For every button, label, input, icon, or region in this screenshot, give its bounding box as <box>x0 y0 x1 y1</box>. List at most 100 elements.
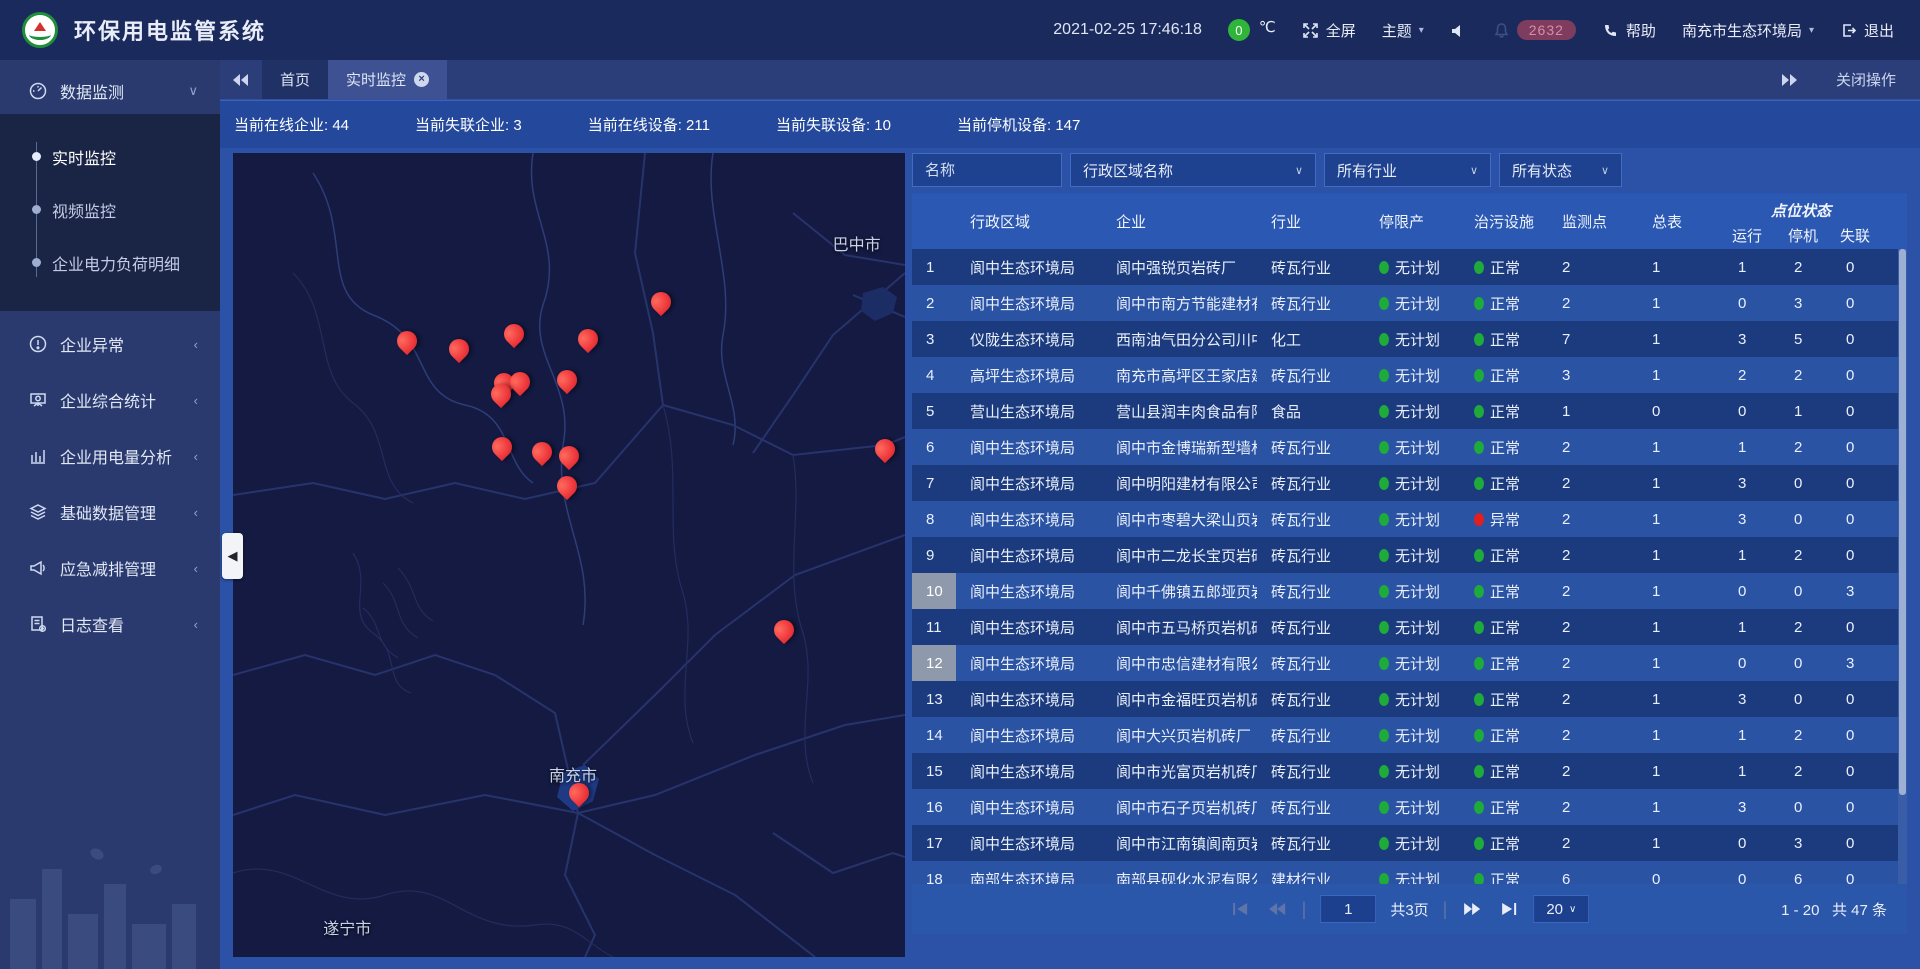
sidebar-item-4[interactable]: 企业用电量分析‹ <box>0 433 220 479</box>
notifications-button[interactable]: 2632 <box>1493 20 1576 40</box>
exit-icon <box>1840 22 1857 39</box>
sidebar-item-2[interactable]: 企业异常‹ <box>0 321 220 367</box>
table-row[interactable]: 5营山生态环境局营山县润丰肉食品有限食品无计划正常10010 <box>912 393 1907 429</box>
table-row[interactable]: 15阆中生态环境局阆中市光富页岩机砖厂砖瓦行业无计划正常21120 <box>912 753 1907 789</box>
table-row[interactable]: 2阆中生态环境局阆中市南方节能建材有砖瓦行业无计划正常21030 <box>912 285 1907 321</box>
table-row[interactable]: 18南部生态环境局南部县砚化水泥有限公建材行业无计划正常60060 <box>912 861 1907 884</box>
table-row[interactable]: 10阆中生态环境局阆中千佛镇五郎垭页岩砖瓦行业无计划正常21003 <box>912 573 1907 609</box>
cell-stop: 2 <box>1780 717 1832 753</box>
table-row[interactable]: 6阆中生态环境局阆中市金博瑞新型墙材砖瓦行业无计划正常21120 <box>912 429 1907 465</box>
total-count-label: 共 47 条 <box>1832 902 1887 919</box>
cell-monitor: 2 <box>1548 573 1638 609</box>
sidebar-item-label: 企业用电量分析 <box>60 444 194 468</box>
table-scrollbar-thumb[interactable] <box>1899 249 1906 795</box>
cell-stop: 3 <box>1780 285 1832 321</box>
close-operations-button[interactable]: 关闭操作 <box>1836 69 1896 90</box>
sidebar-item-1[interactable]: 数据监测∨ <box>0 68 220 114</box>
tab-1[interactable]: 首页 <box>262 60 328 99</box>
cell-no: 3 <box>912 321 956 357</box>
last-page-button[interactable] <box>1497 898 1519 920</box>
cell-monitor: 7 <box>1548 321 1638 357</box>
chart-icon <box>28 446 48 466</box>
cell-meter: 1 <box>1638 609 1724 645</box>
cell-facility: 正常 <box>1460 645 1548 681</box>
cell-industry: 砖瓦行业 <box>1257 717 1365 753</box>
chevron-left-icon: ‹ <box>194 617 198 632</box>
cell-no: 6 <box>912 429 956 465</box>
cell-run: 3 <box>1724 681 1780 717</box>
sidebar-item-3[interactable]: 企业综合统计‹ <box>0 377 220 423</box>
table-scrollbar[interactable] <box>1898 249 1907 884</box>
page-size-select[interactable]: 20 ∨ <box>1533 895 1589 923</box>
cell-meter: 0 <box>1638 393 1724 429</box>
next-page-button[interactable] <box>1461 898 1483 920</box>
region-filter-select[interactable]: 行政区域名称 ∨ <box>1070 153 1316 187</box>
status-ok-dot <box>1474 657 1484 670</box>
cell-region: 阆中生态环境局 <box>956 537 1102 573</box>
status-ok-dot <box>1474 297 1484 310</box>
fullscreen-icon <box>1302 22 1319 39</box>
sidebar-item-7[interactable]: 日志查看‹ <box>0 601 220 647</box>
table-row[interactable]: 17阆中生态环境局阆中市江南镇阆南页岩砖瓦行业无计划正常21030 <box>912 825 1907 861</box>
cell-run: 3 <box>1724 321 1780 357</box>
cell-meter: 1 <box>1638 285 1724 321</box>
cell-monitor: 3 <box>1548 357 1638 393</box>
status-error-dot <box>1474 513 1484 526</box>
cell-production: 无计划 <box>1365 609 1460 645</box>
table-row[interactable]: 9阆中生态环境局阆中市二龙长宝页岩砖砖瓦行业无计划正常21120 <box>912 537 1907 573</box>
map-panel[interactable]: 巴中市南充市遂宁市 <box>233 153 905 957</box>
prev-page-button[interactable] <box>1266 898 1288 920</box>
status-ok-dot <box>1379 621 1389 634</box>
help-button[interactable]: 帮助 <box>1602 20 1656 41</box>
filter-bar: 行政区域名称 ∨ 所有行业 ∨ 所有状态 ∨ <box>912 153 1907 193</box>
status-filter-select[interactable]: 所有状态 ∨ <box>1499 153 1622 187</box>
logout-button[interactable]: 退出 <box>1840 20 1894 41</box>
status-ok-dot <box>1379 477 1389 490</box>
table-row[interactable]: 12阆中生态环境局阆中市忠信建材有限公砖瓦行业无计划正常21003 <box>912 645 1907 681</box>
org-dropdown[interactable]: 南充市生态环境局 ▾ <box>1682 20 1814 41</box>
table-row[interactable]: 13阆中生态环境局阆中市金福旺页岩机砖砖瓦行业无计划正常21300 <box>912 681 1907 717</box>
sidebar-item-5[interactable]: 基础数据管理‹ <box>0 489 220 535</box>
first-page-button[interactable] <box>1230 898 1252 920</box>
tabs-scroll-right-button[interactable] <box>1768 74 1810 86</box>
cell-meter: 1 <box>1638 465 1724 501</box>
sidebar-menu: 数据监测∨ 实时监控视频监控企业电力负荷明细企业异常‹ 企业综合统计‹ 企业用电量分析… <box>0 60 220 647</box>
tabs-scroll-left-button[interactable] <box>220 60 262 99</box>
table-row[interactable]: 3仪陇生态环境局西南油气田分公司川中化工无计划正常71350 <box>912 321 1907 357</box>
name-filter-input[interactable] <box>925 162 1049 179</box>
cell-region: 南部生态环境局 <box>956 861 1102 884</box>
cell-industry: 砖瓦行业 <box>1257 681 1365 717</box>
table-row[interactable]: 8阆中生态环境局阆中市枣碧大梁山页岩砖瓦行业无计划异常21300 <box>912 501 1907 537</box>
table-row[interactable]: 1阆中生态环境局阆中强锐页岩砖厂砖瓦行业无计划正常21120 <box>912 249 1907 285</box>
cell-offline: 0 <box>1832 789 1878 825</box>
cell-monitor: 2 <box>1548 609 1638 645</box>
table-row[interactable]: 14阆中生态环境局阆中大兴页岩机砖厂砖瓦行业无计划正常21120 <box>912 717 1907 753</box>
status-ok-dot <box>1474 477 1484 490</box>
sidebar-subitem-1[interactable]: 实时监控 <box>0 130 220 183</box>
cell-no: 2 <box>912 285 956 321</box>
fullscreen-button[interactable]: 全屏 <box>1302 20 1356 41</box>
table-row[interactable]: 16阆中生态环境局阆中市石子页岩机砖厂砖瓦行业无计划正常21300 <box>912 789 1907 825</box>
map-collapse-button[interactable]: ◀ <box>222 533 243 579</box>
tab-close-icon[interactable]: × <box>414 72 429 87</box>
app-root: 环保用电监管系统 2021-02-25 17:46:18 0 ℃ 全屏 主题 ▾ <box>0 0 1920 969</box>
sidebar-subitem-2[interactable]: 视频监控 <box>0 183 220 236</box>
city-label: 巴中市 <box>833 231 881 255</box>
cell-stop: 1 <box>1780 393 1832 429</box>
table-row[interactable]: 7阆中生态环境局阆中明阳建材有限公司砖瓦行业无计划正常21300 <box>912 465 1907 501</box>
sidebar-subitem-3[interactable]: 企业电力负荷明细 <box>0 236 220 289</box>
name-filter-field[interactable] <box>912 153 1062 187</box>
sound-toggle[interactable] <box>1450 22 1467 39</box>
status-ok-dot <box>1474 621 1484 634</box>
sidebar-item-6[interactable]: 应急减排管理‹ <box>0 545 220 591</box>
page-number-input[interactable]: 1 <box>1320 895 1376 923</box>
table-row[interactable]: 11阆中生态环境局阆中市五马桥页岩机砖砖瓦行业无计划正常21120 <box>912 609 1907 645</box>
cell-facility: 正常 <box>1460 609 1548 645</box>
industry-filter-select[interactable]: 所有行业 ∨ <box>1324 153 1491 187</box>
theme-dropdown[interactable]: 主题 ▾ <box>1382 20 1424 41</box>
layers-icon <box>28 502 48 522</box>
cell-stop: 2 <box>1780 753 1832 789</box>
status-ok-dot <box>1474 729 1484 742</box>
tab-2[interactable]: 实时监控× <box>328 60 447 99</box>
table-row[interactable]: 4高坪生态环境局南充市高坪区王家店建砖瓦行业无计划正常31220 <box>912 357 1907 393</box>
